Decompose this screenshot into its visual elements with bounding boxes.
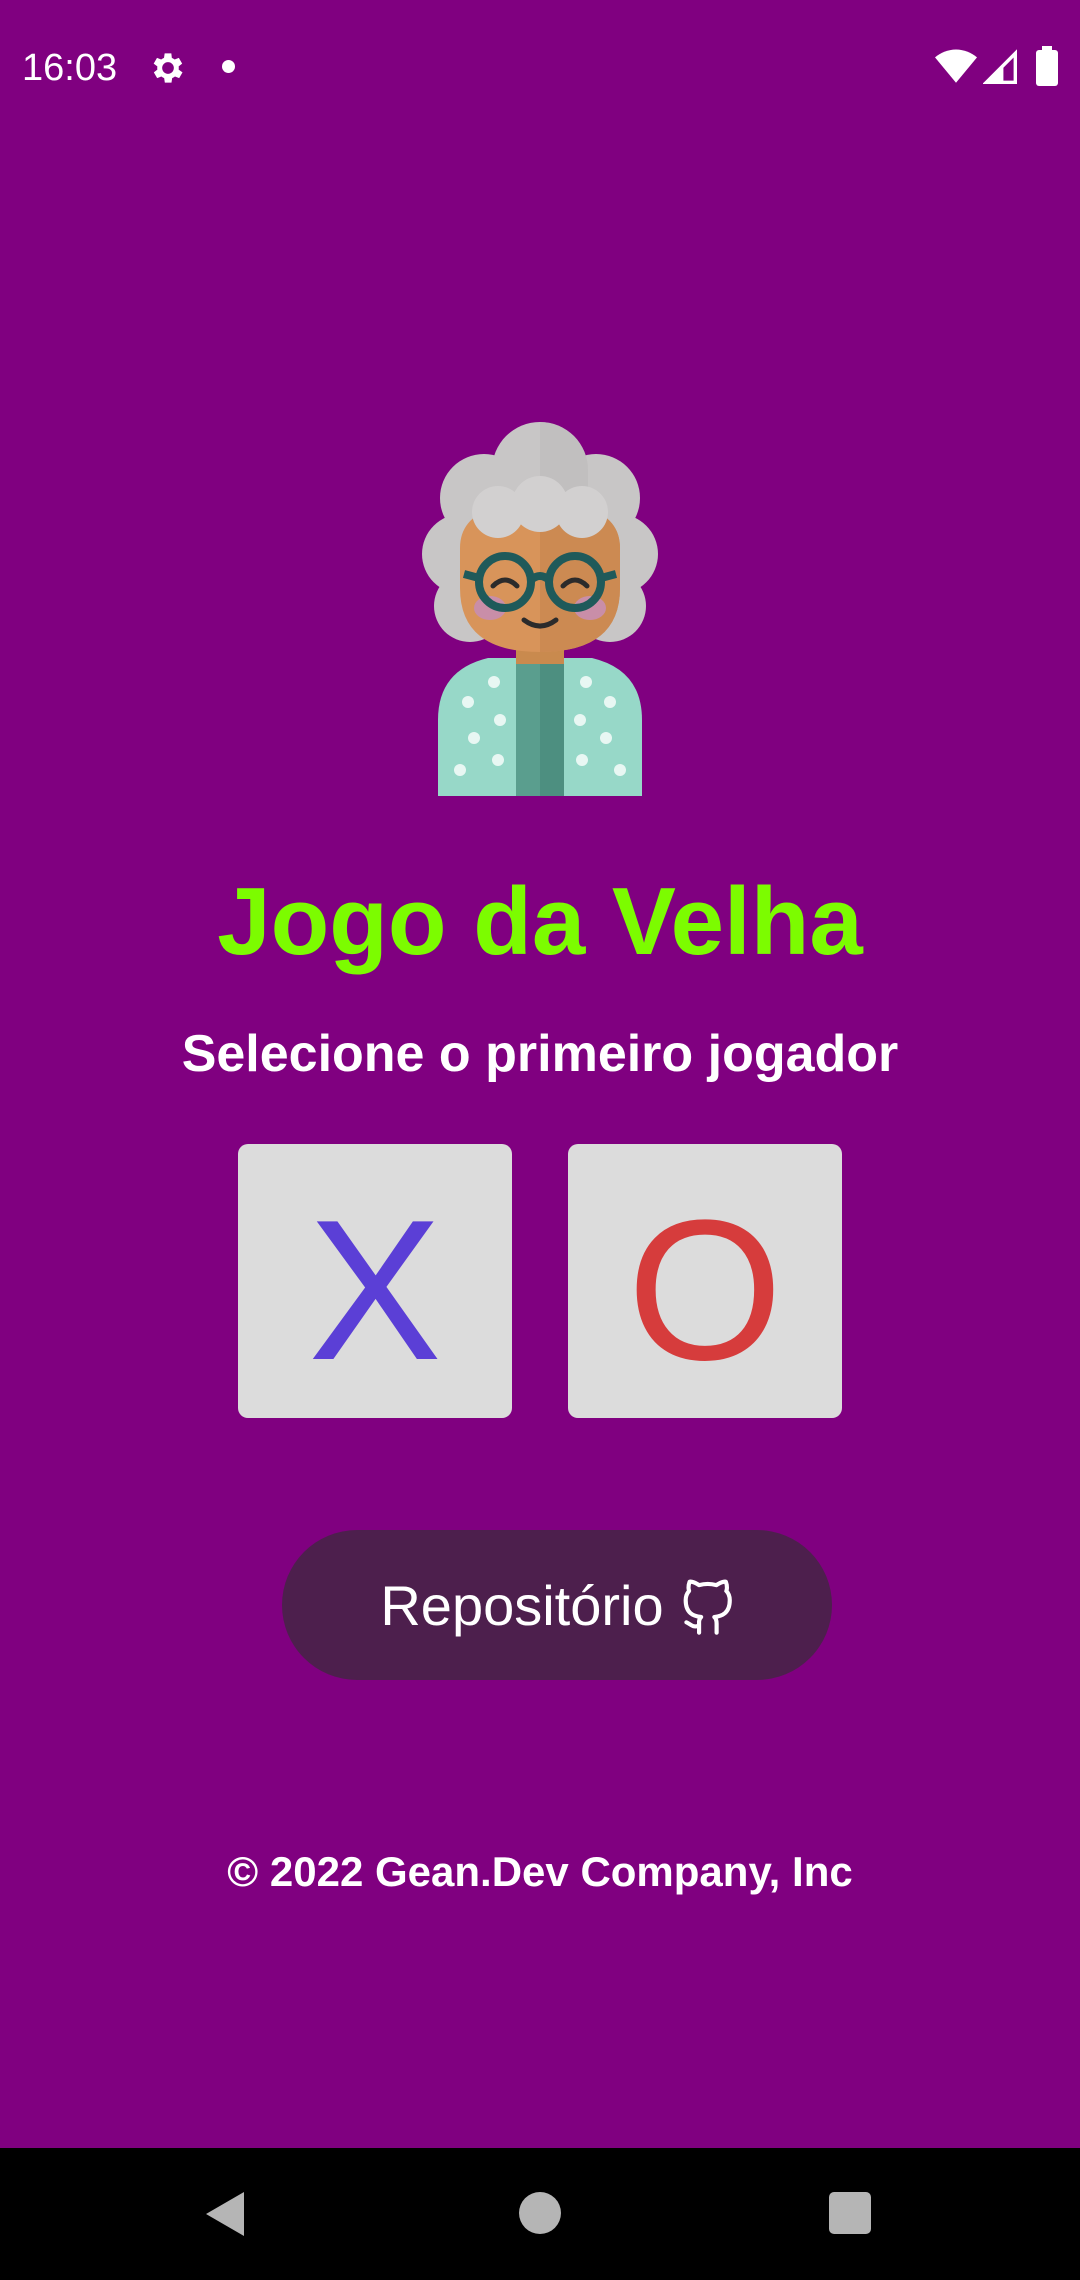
- grandmother-avatar-icon: [422, 422, 658, 796]
- signal-icon: [983, 49, 1017, 84]
- wifi-icon: [935, 49, 977, 83]
- gear-icon: [153, 53, 183, 83]
- copyright-footer: © 2022 Gean.Dev Company, Inc: [227, 1848, 853, 1895]
- choose-x-button[interactable]: X: [238, 1144, 512, 1418]
- choice-x-label: X: [308, 1179, 442, 1402]
- navigation-bar: [0, 2148, 1080, 2280]
- battery-icon: [1036, 46, 1058, 86]
- notification-dot-icon: [222, 60, 235, 73]
- repository-button[interactable]: Repositório: [282, 1530, 832, 1680]
- app-screen: 16:03 Jogo da Velha Selecione o primeiro…: [0, 0, 1080, 2148]
- back-icon[interactable]: [204, 2190, 246, 2238]
- github-icon: [683, 1579, 732, 1635]
- app-title: Jogo da Velha: [217, 868, 863, 975]
- repository-button-label: Repositório: [380, 1573, 664, 1637]
- status-time: 16:03: [22, 47, 118, 89]
- choose-o-button[interactable]: O: [568, 1144, 842, 1418]
- home-icon[interactable]: [519, 2192, 561, 2234]
- select-first-player-label: Selecione o primeiro jogador: [181, 1025, 899, 1083]
- status-bar: 16:03: [0, 0, 1080, 132]
- choice-o-label: O: [627, 1179, 783, 1402]
- recents-icon[interactable]: [829, 2192, 871, 2234]
